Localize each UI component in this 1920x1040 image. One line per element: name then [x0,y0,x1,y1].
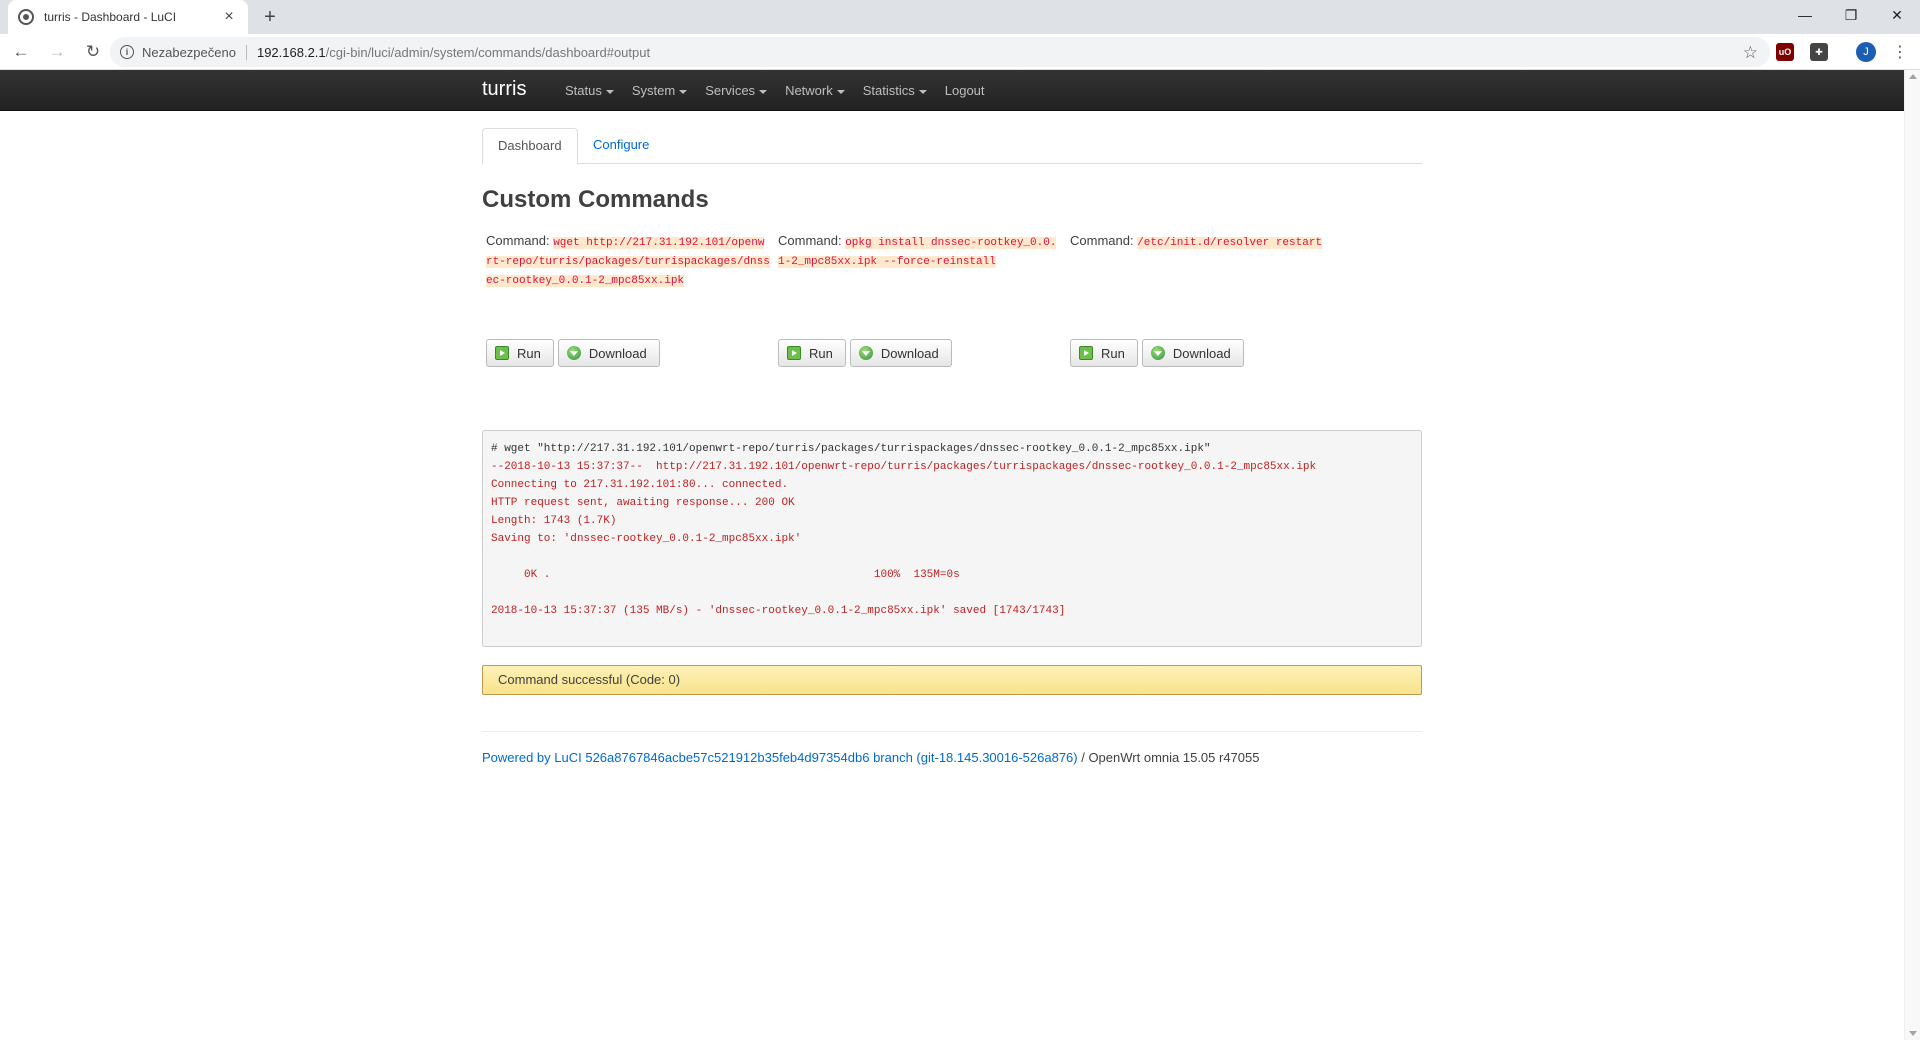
run-button[interactable]: Run [486,339,554,367]
run-button[interactable]: Run [778,339,846,367]
download-icon [566,346,581,360]
caret-down-icon [605,89,614,94]
luci-navbar: turris Status System Services Network St… [0,70,1904,111]
download-icon [858,346,873,360]
caret-down-icon [759,89,768,94]
command-text-block: Command: opkg install dnssec-rootkey_0.0… [778,232,1063,271]
command-card: Command: wget http://217.31.192.101/open… [486,232,771,367]
download-button-label: Download [880,345,939,361]
output-line: HTTP request sent, awaiting response... … [491,497,795,509]
info-icon[interactable]: i [120,45,134,59]
back-button[interactable]: ← [6,37,36,67]
command-text-block: Command: wget http://217.31.192.101/open… [486,232,771,290]
nav-item-network[interactable]: Network [776,70,854,111]
nav-item-logout[interactable]: Logout [936,70,994,111]
reload-button[interactable]: ↻ [78,37,108,67]
close-window-button[interactable]: ✕ [1874,0,1920,30]
page-title: Custom Commands [482,186,709,213]
download-button[interactable]: Download [1141,339,1244,367]
turris-favicon-icon [18,9,34,25]
download-button-label: Download [588,345,647,361]
profile-avatar[interactable]: J [1856,42,1876,62]
output-line: Length: 1743 (1.7K) [491,515,617,527]
download-button[interactable]: Download [849,339,952,367]
url-host: 192.168.2.1 [256,44,326,60]
main-menu: Status System Services Network Statistic… [556,70,994,111]
scroll-up-icon[interactable] [1909,74,1917,79]
brand-logo[interactable]: turris [482,78,526,101]
luci-version-link[interactable]: Powered by LuCI 526a8767846acbe57c521912… [482,750,1078,765]
command-label: Command: [1070,233,1134,248]
run-icon [495,346,509,360]
run-button-label: Run [1101,345,1125,361]
close-tab-icon[interactable]: × [220,8,238,26]
main-content: Dashboard Configure Custom Commands Comm… [482,128,1422,765]
nav-item-label: Status [565,83,602,98]
new-tab-button[interactable]: + [258,5,282,29]
browser-tab[interactable]: turris - Dashboard - LuCI × [8,0,248,34]
command-code: /etc/init.d/resolver restart [1137,237,1323,249]
forward-button[interactable]: → [42,37,72,67]
nav-item-label: Network [785,83,833,98]
page-scrollbar[interactable] [1904,70,1920,1040]
url-path: /cgi-bin/luci/admin/system/commands/dash… [325,44,651,60]
nav-item-label: Logout [944,83,985,98]
scroll-down-icon[interactable] [1909,1031,1917,1036]
run-button-label: Run [809,345,833,361]
window-controls: — ❐ ✕ [1782,0,1920,30]
firmware-version: / OpenWrt omnia 15.05 r47055 [1077,750,1260,765]
nav-item-statistics[interactable]: Statistics [854,70,936,111]
output-line: 0K . 100% 135M=0s [491,569,960,581]
output-line: Saving to: 'dnssec-rootkey_0.0.1-2_mpc85… [491,533,802,545]
command-card: Command: /etc/init.d/resolver restart Ru… [1070,232,1355,367]
command-label: Command: [778,233,842,248]
output-line: --2018-10-13 15:37:37-- http://217.31.19… [491,461,1317,473]
caret-down-icon [918,89,927,94]
run-button[interactable]: Run [1070,339,1138,367]
output-line: Connecting to 217.31.192.101:80... conne… [491,479,789,491]
download-button[interactable]: Download [557,339,660,367]
bookmark-star-icon[interactable]: ☆ [1743,43,1758,63]
restore-button[interactable]: ❐ [1828,0,1874,30]
command-actions: Run Download [486,339,660,367]
run-icon [787,346,801,360]
caret-down-icon [679,89,688,94]
output-line: 2018-10-13 15:37:37 (135 MB/s) - 'dnssec… [491,605,1066,617]
command-actions: Run Download [778,339,952,367]
run-button-label: Run [517,345,541,361]
tab-dashboard[interactable]: Dashboard [482,128,578,165]
run-icon [1079,346,1093,360]
nav-item-system[interactable]: System [623,70,696,111]
nav-item-services[interactable]: Services [696,70,776,111]
browser-menu-icon[interactable]: ⋮ [1892,42,1908,62]
page-footer: Powered by LuCI 526a8767846acbe57c521912… [482,731,1422,765]
output-command-line: # wget "http://217.31.192.101/openwrt-re… [491,443,1211,455]
address-bar[interactable]: i Nezabezpečeno 192.168.2.1/cgi-bin/luci… [110,37,1770,67]
content-tabs: Dashboard Configure [482,128,1422,165]
caret-down-icon [836,89,845,94]
extension-tool-icon[interactable]: ✚ [1810,43,1828,61]
command-actions: Run Download [1070,339,1244,367]
browser-tab-title: turris - Dashboard - LuCI [44,10,177,24]
download-icon [1150,346,1165,360]
commands-list: Command: wget http://217.31.192.101/open… [482,232,1422,382]
status-alert: Command successful (Code: 0) [482,665,1422,695]
ublock-extension-icon[interactable]: uO [1776,43,1794,61]
nav-item-status[interactable]: Status [556,70,623,111]
nav-item-label: Services [705,83,756,98]
tab-configure[interactable]: Configure [578,128,664,165]
command-card: Command: opkg install dnssec-rootkey_0.0… [778,232,1063,367]
browser-tabstrip: turris - Dashboard - LuCI × + — ❐ ✕ [0,0,1920,34]
security-label: Nezabezpečeno [142,44,247,60]
minimize-button[interactable]: — [1782,0,1828,30]
command-output: # wget "http://217.31.192.101/openwrt-re… [482,430,1422,647]
nav-item-label: System [631,83,676,98]
download-button-label: Download [1172,345,1231,361]
command-label: Command: [486,233,550,248]
browser-toolbar: ← → ↻ i Nezabezpečeno 192.168.2.1/cgi-bi… [0,34,1920,70]
nav-item-label: Statistics [862,83,915,98]
command-text-block: Command: /etc/init.d/resolver restart [1070,232,1355,252]
